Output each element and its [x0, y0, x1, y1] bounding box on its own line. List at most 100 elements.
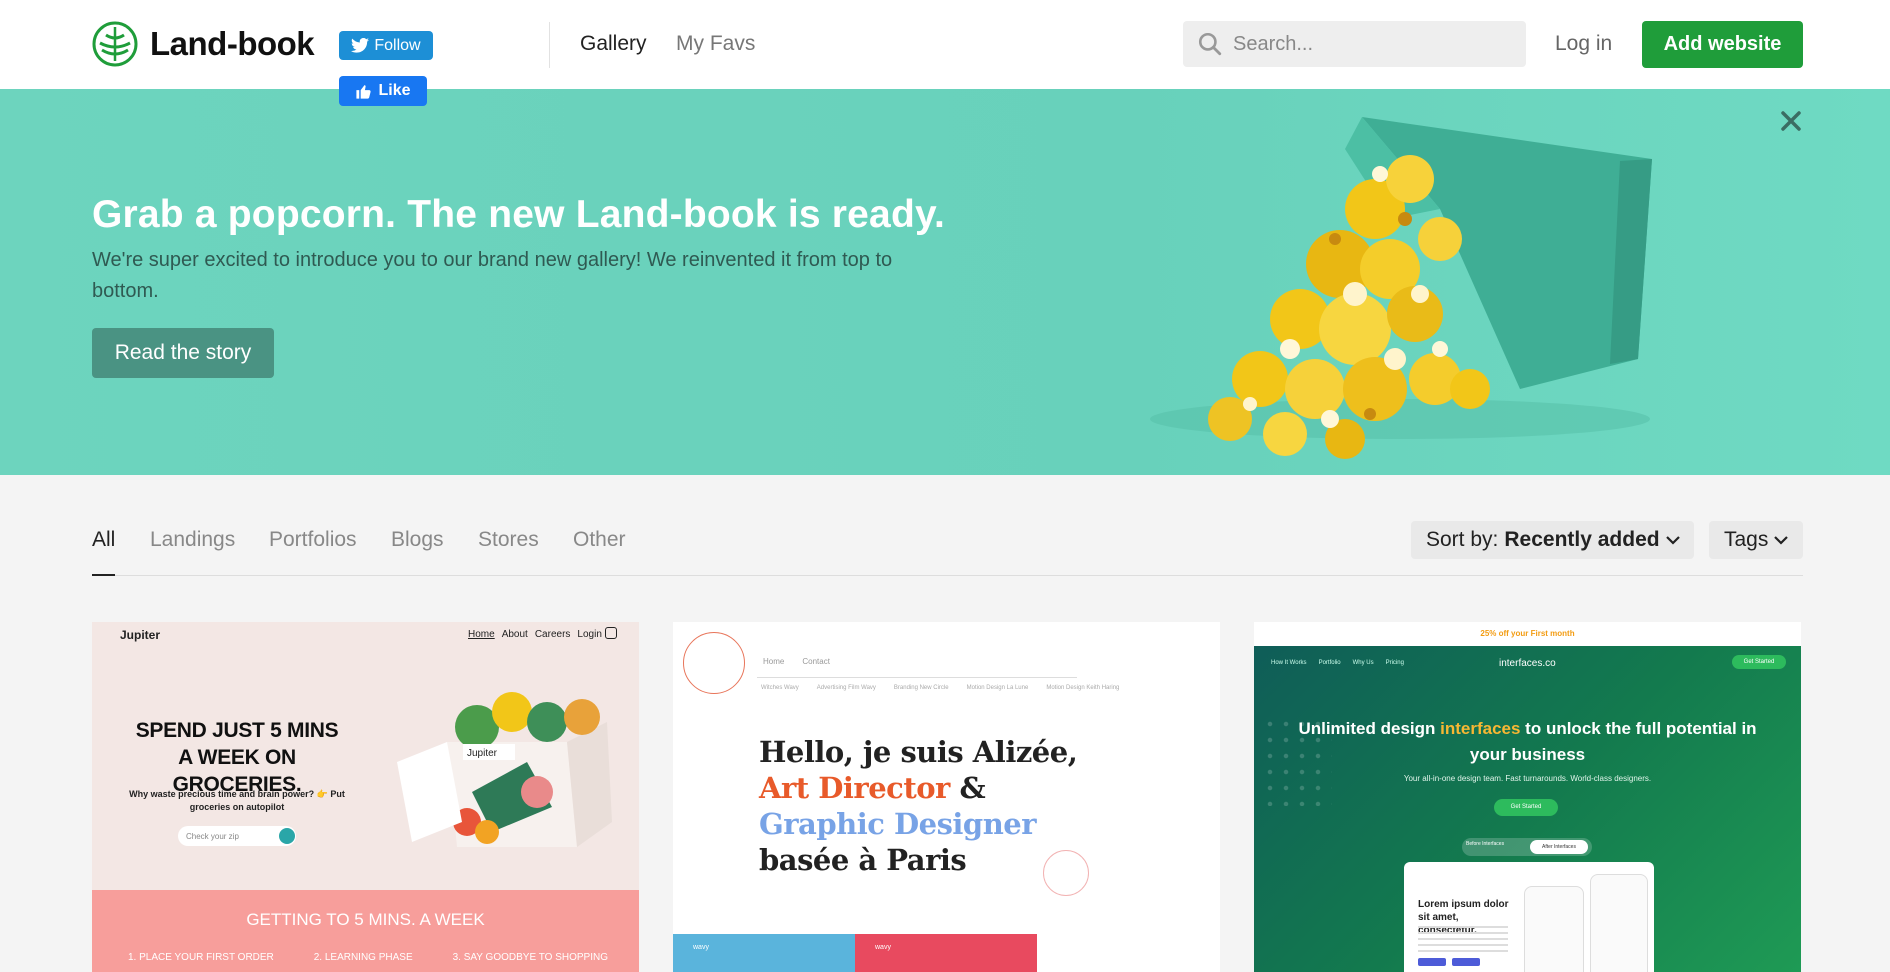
card-step: 3. SAY GOODBYE TO SHOPPING	[452, 952, 608, 963]
card-nav-item: About	[501, 629, 528, 640]
nav-gallery[interactable]: Gallery	[580, 32, 647, 56]
card-nav: Home Contact	[763, 657, 830, 666]
card-nav-item: Home	[763, 657, 785, 666]
card-subnav-item: Motion Design Keith Haring	[1046, 685, 1120, 691]
card-headline: Hello, je suis Alizée, Art Director & Gr…	[759, 734, 1078, 878]
tags-label: Tags	[1724, 528, 1769, 551]
card-subnav-item: Advertising Film Wavy	[816, 685, 876, 691]
card-subnav-item: Witches Wavy	[761, 685, 799, 691]
card-section-title: GETTING TO 5 MINS. A WEEK	[246, 910, 485, 929]
toggle-option-active: After Interfaces	[1530, 840, 1588, 854]
announcement-banner: Grab a popcorn. The new Land-book is rea…	[0, 89, 1890, 475]
website-card-alizee[interactable]: Home Contact Witches Wavy Advertising Fi…	[673, 622, 1220, 972]
phone-mockup	[1590, 874, 1648, 972]
card-brand: interfaces.co	[1499, 658, 1556, 669]
card-nav-item: Pricing	[1385, 660, 1404, 666]
toggle-option: Before Interfaces	[1466, 841, 1505, 847]
chevron-down-icon	[1665, 536, 1680, 545]
tab-portfolios[interactable]: Portfolios	[269, 528, 357, 552]
card-button: Get Started	[1494, 799, 1558, 816]
search-icon	[1198, 32, 1222, 56]
card-headline-line: Graphic Designer	[759, 807, 1037, 841]
card-nav-item: How It Works	[1271, 660, 1307, 666]
card-headline-line: basée à Paris	[759, 843, 967, 877]
card-nav-item: Careers	[534, 629, 571, 640]
mockup-panel: Lorem ipsum dolor sit amet, consectetur.	[1404, 862, 1654, 972]
search-input[interactable]	[1233, 32, 1503, 56]
popcorn-image	[1150, 117, 1652, 459]
arrow-right-icon	[279, 828, 295, 844]
sort-dropdown[interactable]: Sort by: Recently added	[1411, 521, 1694, 559]
tab-other[interactable]: Other	[573, 528, 626, 552]
decorative-circle	[1043, 850, 1089, 896]
facebook-like-button[interactable]: Like	[339, 76, 427, 106]
card-nav: Home About Careers Login	[468, 629, 602, 640]
tile-label: wavy	[875, 944, 891, 951]
instagram-icon	[605, 627, 617, 639]
tab-all[interactable]: All	[92, 528, 115, 552]
thumbs-up-icon	[356, 84, 372, 99]
card-headline-line: SPEND JUST 5 MINS	[135, 719, 339, 742]
card-subnav-item: Branding New Circle	[893, 685, 949, 691]
website-card-jupiter[interactable]: Jupiter Home About Careers Login SPEND J…	[92, 622, 639, 972]
card-subnav-item: Motion Design La Lune	[966, 685, 1029, 691]
chevron-down-icon	[1774, 536, 1789, 545]
card-subtext: Why waste precious time and brain power?…	[129, 789, 345, 812]
tile-label: wavy	[693, 944, 709, 951]
before-after-toggle: Before Interfaces After Interfaces	[1462, 838, 1592, 856]
divider	[757, 677, 1077, 678]
card-cta: Get Started	[1732, 655, 1786, 669]
add-website-button[interactable]: Add website	[1642, 21, 1803, 68]
banner-title: Grab a popcorn. The new Land-book is rea…	[92, 193, 946, 236]
panel-button	[1452, 958, 1480, 966]
login-link[interactable]: Log in	[1555, 32, 1612, 56]
svg-text:Jupiter: Jupiter	[467, 748, 498, 759]
highlight-text: Art Director	[759, 771, 950, 805]
tab-blogs[interactable]: Blogs	[391, 528, 444, 552]
top-header: Land-book Follow Gallery My Favs Log in …	[0, 0, 1890, 89]
headline-text: &	[949, 771, 986, 805]
card-subnav: Witches Wavy Advertising Film Wavy Brand…	[761, 685, 1119, 691]
read-the-story-button[interactable]: Read the story	[92, 328, 274, 378]
headline-text: Unlimited design	[1298, 719, 1441, 738]
phone-mockup	[1524, 886, 1584, 972]
twitter-follow-button[interactable]: Follow	[339, 31, 433, 60]
grocery-box-image: Jupiter	[397, 692, 612, 847]
header-divider	[549, 22, 550, 68]
card-step: 1. PLACE YOUR FIRST ORDER	[128, 952, 274, 963]
like-label: Like	[378, 82, 411, 99]
close-icon[interactable]	[1777, 107, 1805, 135]
twitter-icon	[351, 38, 370, 53]
card-headline: Unlimited design interfaces to unlock th…	[1294, 716, 1761, 768]
card-nav-item: Login	[577, 629, 602, 640]
project-tile: wavy	[855, 934, 1037, 972]
logo-icon	[92, 21, 138, 67]
nav-my-favs[interactable]: My Favs	[676, 32, 755, 56]
card-headline: SPEND JUST 5 MINS A WEEK ON GROCERIES.	[112, 717, 362, 798]
sort-value: Recently added	[1504, 528, 1660, 551]
card-headline-line: Hello, je suis Alizée,	[759, 735, 1078, 769]
banner-description: We're super excited to introduce you to …	[92, 249, 893, 302]
website-card-interfaces[interactable]: 25% off your First month How It Works Po…	[1254, 622, 1801, 972]
sort-prefix: Sort by:	[1426, 528, 1499, 551]
follow-label: Follow	[374, 36, 421, 54]
logo-text: Land-book	[150, 25, 315, 62]
logo[interactable]: Land-book	[92, 21, 315, 67]
seal-logo	[683, 632, 745, 694]
card-nav-item: Contact	[802, 657, 830, 666]
card-nav-item: Why Us	[1352, 660, 1374, 666]
tab-landings[interactable]: Landings	[150, 528, 235, 552]
card-nav-item: Home	[468, 629, 495, 640]
highlight-text: interfaces	[1440, 719, 1521, 738]
tab-stores[interactable]: Stores	[478, 528, 539, 552]
card-headline-line: Art Director &	[759, 770, 1077, 806]
card-pink-section: GETTING TO 5 MINS. A WEEK 1. PLACE YOUR …	[92, 890, 639, 972]
project-tile: wavy	[673, 934, 855, 972]
active-tab-indicator	[92, 574, 115, 576]
card-step: 2. LEARNING PHASE	[313, 952, 413, 963]
panel-button	[1418, 958, 1446, 966]
panel-text-lines	[1418, 926, 1508, 952]
search-box[interactable]	[1183, 21, 1526, 67]
tags-dropdown[interactable]: Tags	[1709, 521, 1803, 559]
card-nav-item: Portfolio	[1318, 660, 1341, 666]
